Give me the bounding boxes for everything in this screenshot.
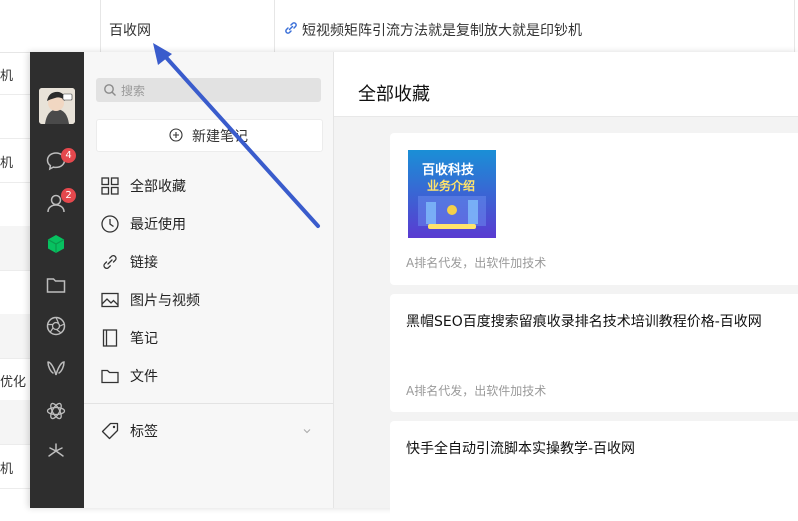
card-thumbnail: 百收科技 业务介绍 — [408, 150, 496, 238]
menu-item-links[interactable]: 链接 — [84, 242, 333, 280]
site-name-cell[interactable]: 百收网 — [109, 20, 151, 40]
table-row — [0, 314, 30, 359]
row-text-fragment: 机 — [0, 156, 14, 171]
thumbnail-caption: 百收科技 — [422, 163, 475, 178]
clock-icon — [101, 215, 119, 233]
new-note-label: 新建笔记 — [192, 129, 248, 145]
tag-icon — [101, 422, 119, 440]
row-text-fragment: 优化 — [0, 375, 27, 390]
table-row: 优化 — [0, 358, 30, 401]
menu-item-label: 标签 — [130, 424, 158, 440]
new-note-button[interactable]: 新建笔记 — [96, 119, 323, 152]
table-row: 机 — [0, 444, 30, 489]
mini-program-icon[interactable] — [45, 357, 67, 379]
table-row — [0, 270, 30, 315]
settings-hex-icon[interactable] — [45, 400, 67, 422]
menu-item-label: 最近使用 — [130, 217, 186, 233]
favorite-card[interactable]: 快手全自动引流脚本实操教学-百收网 — [390, 421, 798, 521]
table-row — [0, 226, 30, 271]
table-cell — [0, 0, 101, 52]
menu-item-images-videos[interactable]: 图片与视频 — [84, 280, 333, 318]
grid-icon — [101, 177, 119, 195]
search-input[interactable]: 搜索 — [96, 78, 321, 102]
sidebar-rail: 4 2 — [30, 52, 84, 508]
thumbnail-caption: 业务介绍 — [427, 179, 476, 193]
search-placeholder: 搜索 — [121, 84, 146, 98]
favorites-cube-icon[interactable] — [45, 233, 67, 255]
card-meta: A排名代发，出软件加技术 — [406, 256, 547, 270]
menu-item-label: 文件 — [130, 369, 158, 385]
page-title: 全部收藏 — [358, 84, 430, 105]
card-title: 快手全自动引流脚本实操教学-百收网 — [406, 441, 636, 457]
menu-item-label: 链接 — [130, 255, 158, 271]
folder-icon — [101, 369, 119, 384]
avatar-image — [39, 88, 75, 124]
background-table-row: 百收网 短视频矩阵引流方法就是复制放大就是印钞机 — [0, 0, 798, 53]
card-meta: A排名代发，出软件加技术 — [406, 384, 547, 398]
chevron-down-icon[interactable] — [302, 426, 312, 436]
divider — [84, 403, 333, 404]
table-row: 机 — [0, 52, 30, 95]
table-row — [0, 400, 30, 445]
more-sparkle-icon[interactable] — [45, 441, 67, 463]
wechat-window: 4 2 搜索 新建笔记 全部收藏 最近使用 链接 图片与视频 笔记 文件 标签 … — [30, 52, 798, 521]
row-text-fragment: 机 — [0, 69, 14, 84]
content-header: 全部收藏 — [334, 52, 798, 117]
favorite-card[interactable]: 黑帽SEO百度搜索留痕收录排名技术培训教程价格-百收网 A排名代发，出软件加技术 — [390, 294, 798, 412]
link-icon — [285, 22, 297, 34]
search-icon — [104, 84, 116, 96]
contacts-badge: 2 — [61, 188, 76, 203]
favorites-content: 全部收藏 百收科技 业务介绍 A排名代发，出软件加技术 黑帽SEO百度搜索留痕收… — [334, 52, 798, 521]
menu-item-notes[interactable]: 笔记 — [84, 318, 333, 356]
avatar[interactable] — [39, 88, 75, 124]
moments-aperture-icon[interactable] — [45, 315, 67, 337]
table-row — [0, 182, 30, 227]
menu-item-files[interactable]: 文件 — [84, 356, 333, 394]
article-title-link[interactable]: 短视频矩阵引流方法就是复制放大就是印钞机 — [302, 20, 582, 40]
image-icon — [101, 292, 119, 308]
row-text-fragment: 机 — [0, 462, 14, 477]
chat-badge: 4 — [61, 148, 76, 163]
favorites-panel: 搜索 新建笔记 全部收藏 最近使用 链接 图片与视频 笔记 文件 标签 — [84, 52, 334, 508]
card-title: 黑帽SEO百度搜索留痕收录排名技术培训教程价格-百收网 — [406, 314, 762, 330]
menu-item-tags[interactable]: 标签 — [84, 411, 333, 449]
folder-icon[interactable] — [45, 274, 67, 296]
menu-item-all-favorites[interactable]: 全部收藏 — [84, 166, 333, 204]
menu-item-recent[interactable]: 最近使用 — [84, 204, 333, 242]
note-icon — [102, 329, 118, 347]
table-row — [0, 94, 30, 139]
plus-circle-icon — [169, 128, 183, 142]
link-icon — [103, 255, 117, 269]
menu-item-label: 图片与视频 — [130, 293, 200, 309]
menu-item-label: 笔记 — [130, 331, 158, 347]
table-row: 机 — [0, 138, 30, 183]
menu-item-label: 全部收藏 — [130, 179, 186, 195]
favorite-card[interactable]: 百收科技 业务介绍 A排名代发，出软件加技术 — [390, 133, 798, 285]
